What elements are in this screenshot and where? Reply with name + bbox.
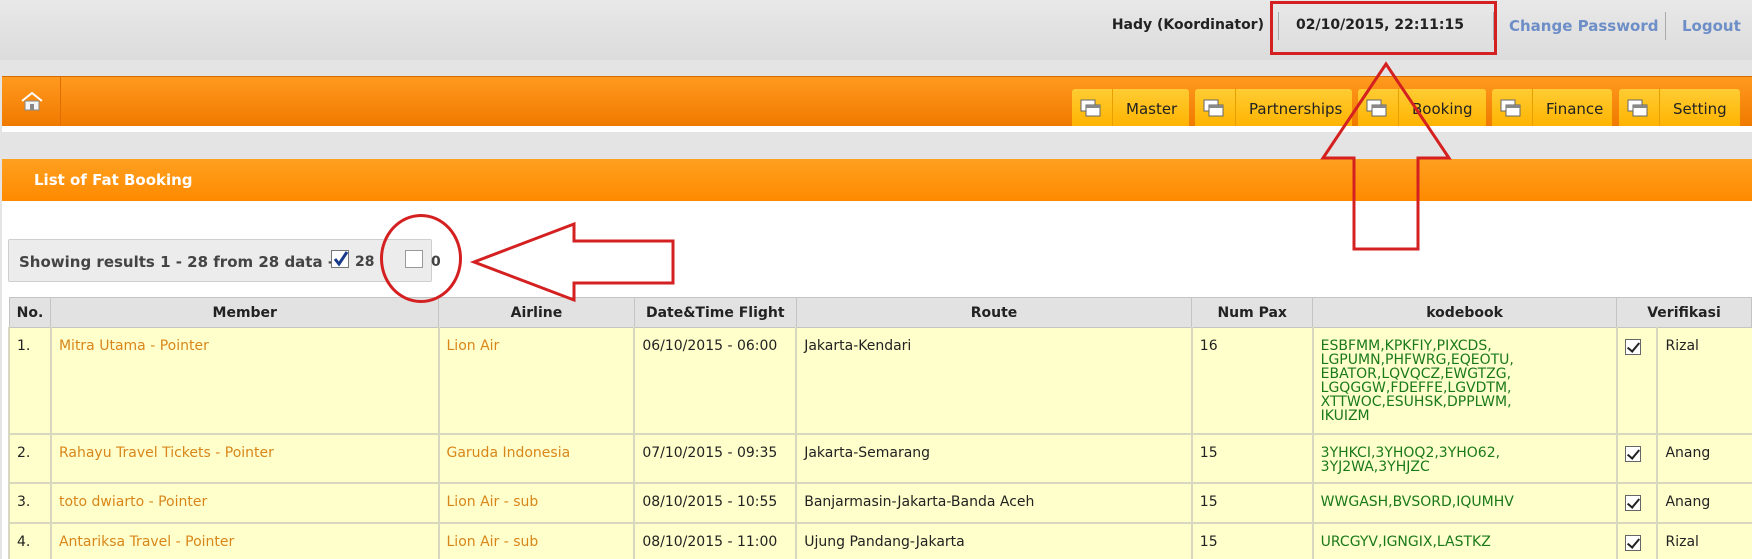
annotation-arrow-left	[469, 221, 675, 303]
annotation-arrows	[469, 61, 1452, 303]
annotation-arrow-up	[1320, 61, 1452, 251]
